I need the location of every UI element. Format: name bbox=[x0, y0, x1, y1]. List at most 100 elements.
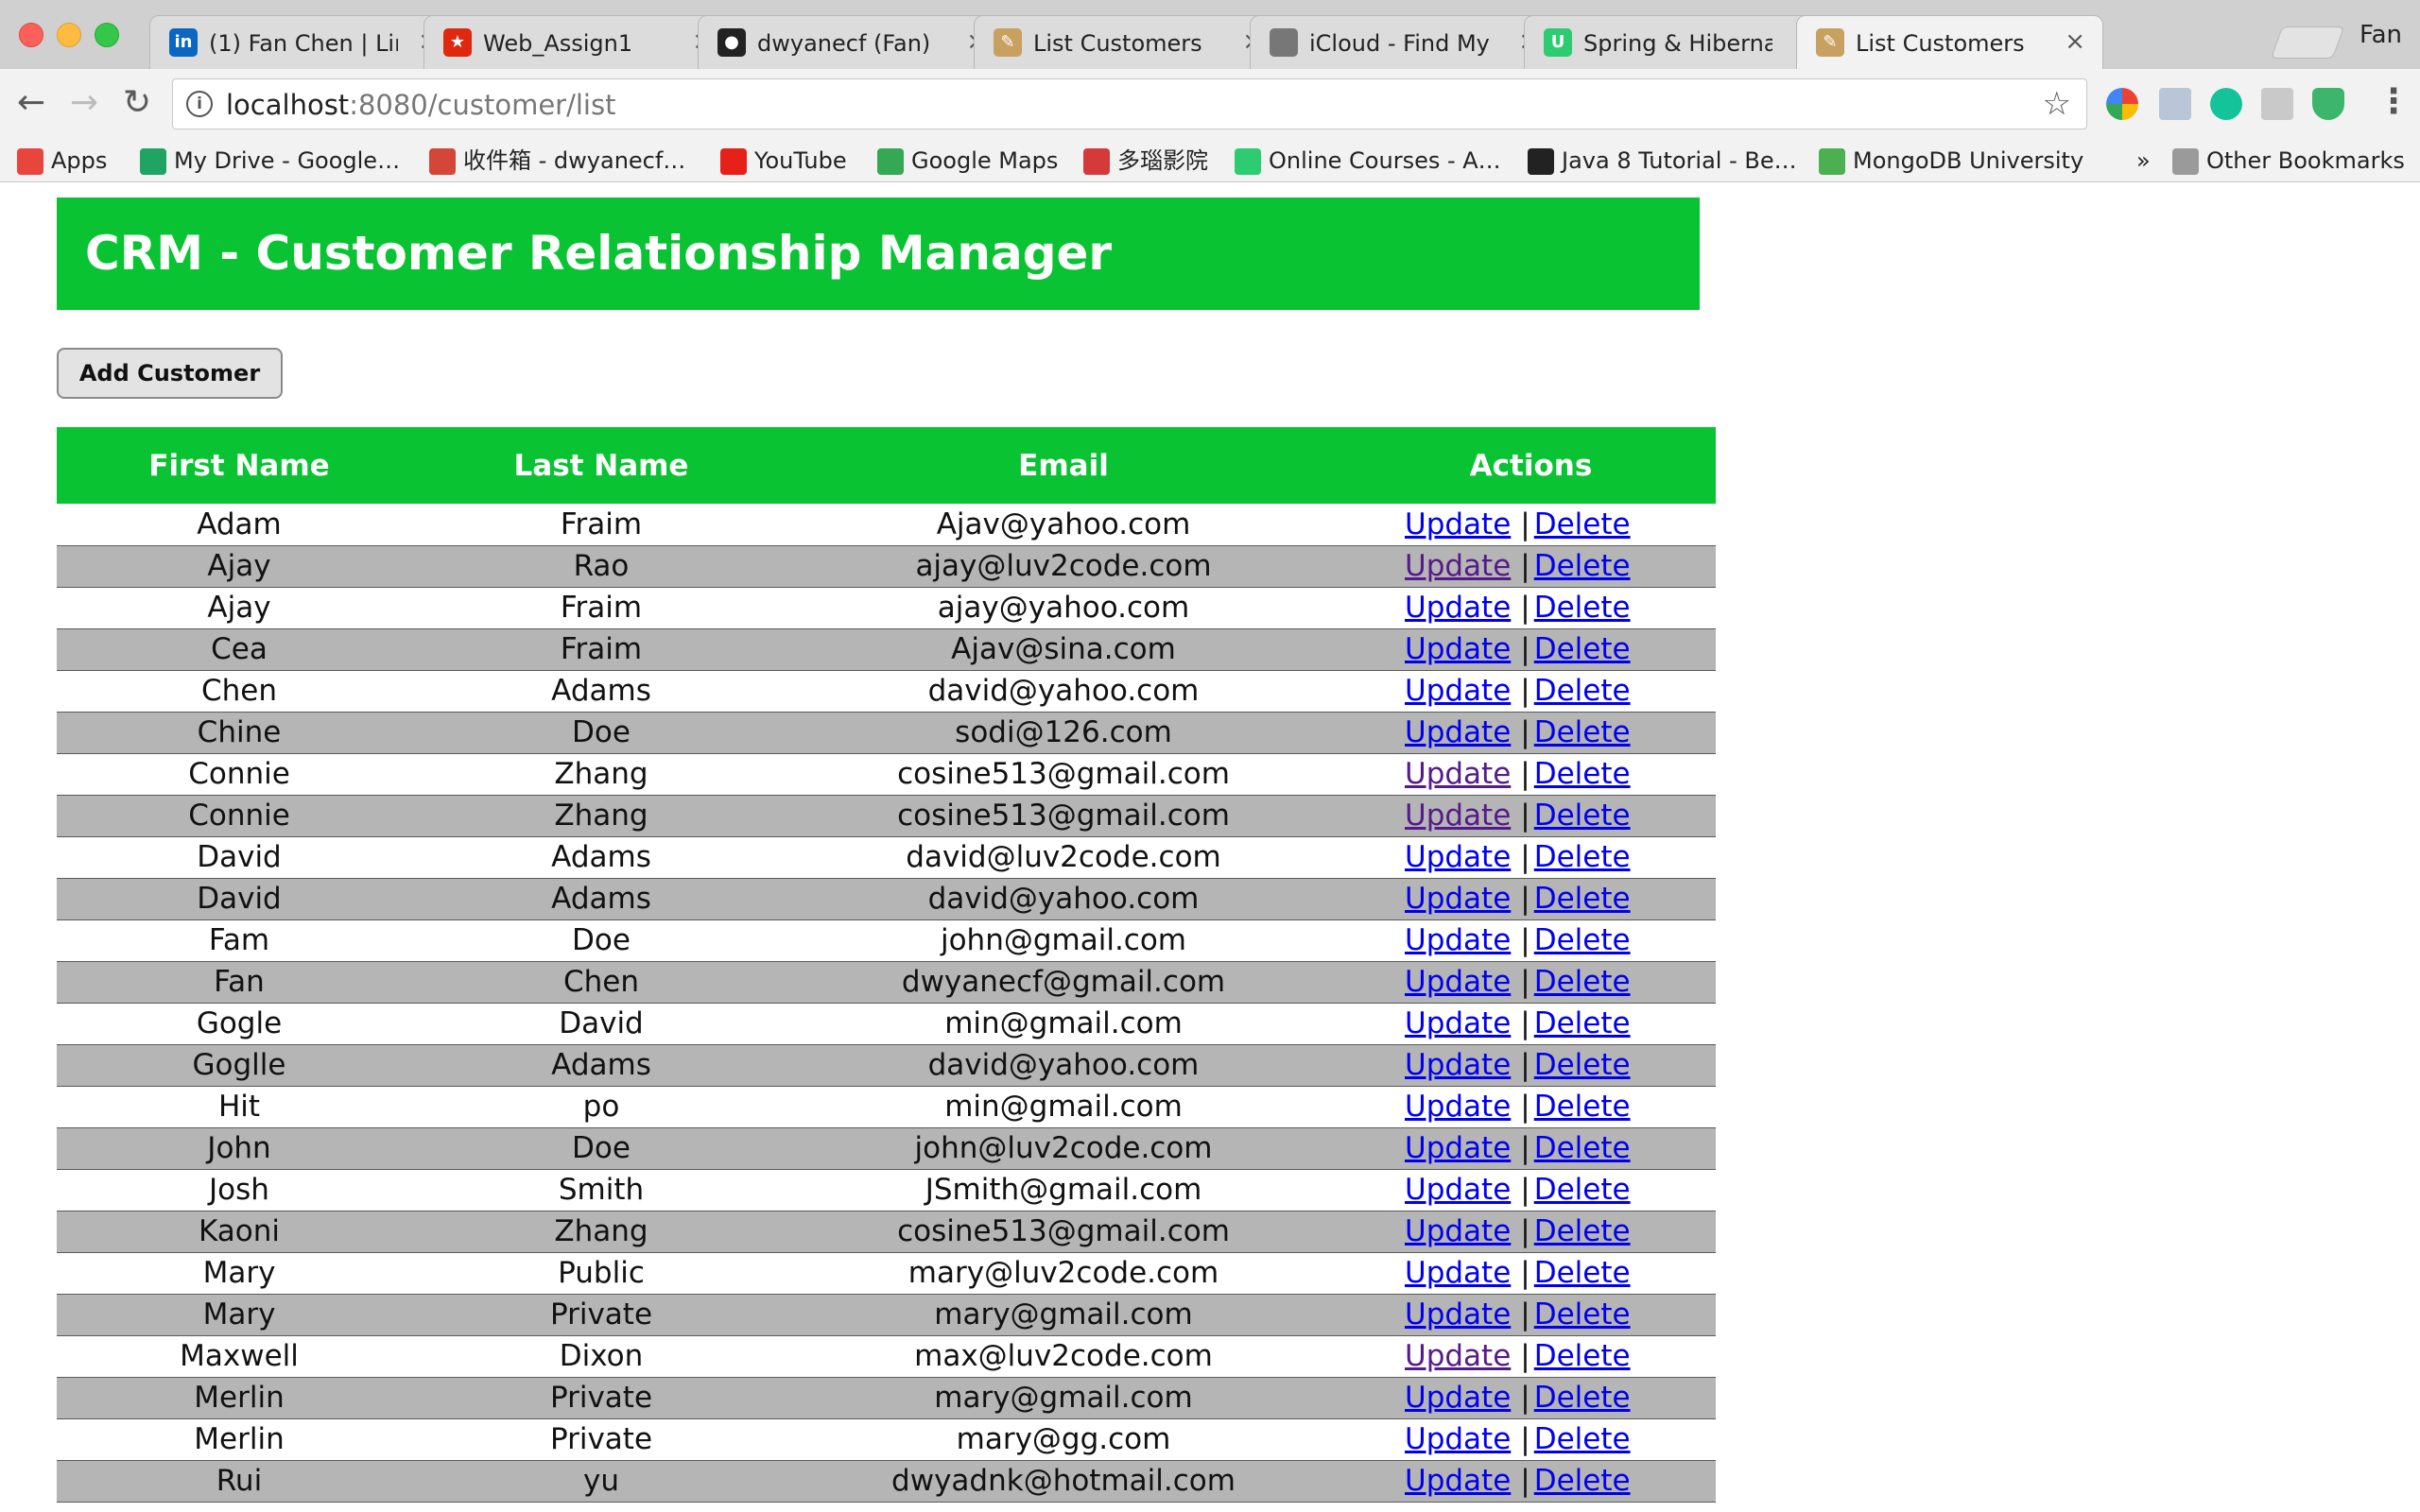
first-name-cell: Fan bbox=[214, 965, 265, 999]
browser-tab[interactable]: in(1) Fan Chen | Link× bbox=[149, 15, 457, 69]
maximize-window-button[interactable] bbox=[95, 23, 119, 47]
update-link[interactable]: Update bbox=[1405, 1048, 1511, 1082]
bookmark-label: My Drive - Google… bbox=[174, 147, 401, 174]
google-drive-extension-icon[interactable] bbox=[2261, 88, 2293, 120]
update-link[interactable]: Update bbox=[1405, 1173, 1511, 1207]
profile-name[interactable]: Fan bbox=[2360, 21, 2402, 49]
update-link[interactable]: Update bbox=[1405, 1006, 1511, 1040]
update-link[interactable]: Update bbox=[1405, 1339, 1511, 1373]
update-link[interactable]: Update bbox=[1405, 1297, 1511, 1332]
other-bookmarks-folder[interactable]: Other Bookmarks bbox=[2172, 144, 2405, 178]
delete-link[interactable]: Delete bbox=[1534, 1131, 1631, 1165]
bookmarks-overflow-button[interactable]: » bbox=[2136, 144, 2151, 178]
delete-link[interactable]: Delete bbox=[1534, 757, 1631, 791]
delete-link[interactable]: Delete bbox=[1534, 549, 1631, 583]
minimize-window-button[interactable] bbox=[57, 23, 81, 47]
browser-tab[interactable]: ★Web_Assign1× bbox=[424, 15, 731, 69]
url-path: :8080/customer/list bbox=[349, 89, 616, 121]
google-maps-icon bbox=[877, 148, 904, 175]
update-link[interactable]: Update bbox=[1405, 840, 1511, 874]
update-link[interactable]: Update bbox=[1405, 799, 1511, 833]
bookmark-item[interactable]: YouTube bbox=[720, 144, 847, 178]
bookmark-item[interactable]: MongoDB University bbox=[1819, 144, 2083, 178]
address-bar[interactable]: i localhost:8080/customer/list ☆ bbox=[172, 78, 2087, 129]
delete-link[interactable]: Delete bbox=[1534, 1381, 1631, 1415]
bookmark-item[interactable]: My Drive - Google… bbox=[140, 144, 400, 178]
delete-link[interactable]: Delete bbox=[1534, 882, 1631, 916]
action-separator: | bbox=[1520, 1214, 1530, 1248]
update-link[interactable]: Update bbox=[1405, 632, 1511, 666]
extension-color-icon[interactable] bbox=[2106, 88, 2138, 120]
update-link[interactable]: Update bbox=[1405, 1131, 1511, 1165]
forward-arrow-icon[interactable]: → bbox=[70, 84, 98, 122]
action-separator: | bbox=[1520, 1464, 1530, 1498]
delete-link[interactable]: Delete bbox=[1534, 1464, 1631, 1498]
delete-link[interactable]: Delete bbox=[1534, 1090, 1631, 1124]
delete-link[interactable]: Delete bbox=[1534, 1297, 1631, 1332]
delete-link[interactable]: Delete bbox=[1534, 923, 1631, 957]
table-header-row: First Name Last Name Email Actions bbox=[57, 427, 1716, 504]
browser-tab[interactable]: ✎List Customers× bbox=[1796, 15, 2103, 70]
actions-cell: Update | Delete bbox=[1346, 919, 1716, 961]
action-separator: | bbox=[1520, 1381, 1530, 1415]
update-link[interactable]: Update bbox=[1405, 549, 1511, 583]
table-row: Rui yu dwyadnk@hotmail.com Update | Delete bbox=[57, 1460, 1716, 1502]
delete-link[interactable]: Delete bbox=[1534, 1339, 1631, 1373]
delete-link[interactable]: Delete bbox=[1534, 1422, 1631, 1456]
update-link[interactable]: Update bbox=[1405, 757, 1511, 791]
browser-tab[interactable]: USpring & Hibernate× bbox=[1524, 15, 1831, 69]
update-link[interactable]: Update bbox=[1405, 1381, 1511, 1415]
bookmark-star-icon[interactable]: ☆ bbox=[2043, 85, 2071, 123]
duonao-icon bbox=[1083, 148, 1110, 175]
info-icon[interactable]: i bbox=[186, 91, 213, 117]
bookmark-item[interactable]: 收件箱 - dwyanecf… bbox=[429, 144, 685, 178]
new-tab-button[interactable] bbox=[2270, 26, 2345, 59]
delete-link[interactable]: Delete bbox=[1534, 674, 1631, 708]
delete-link[interactable]: Delete bbox=[1534, 715, 1631, 749]
update-link[interactable]: Update bbox=[1405, 715, 1511, 749]
grammarly-icon[interactable] bbox=[2210, 88, 2242, 120]
delete-link[interactable]: Delete bbox=[1534, 1173, 1631, 1207]
delete-link[interactable]: Delete bbox=[1534, 1048, 1631, 1082]
delete-link[interactable]: Delete bbox=[1534, 965, 1631, 999]
add-customer-button[interactable]: Add Customer bbox=[57, 348, 283, 399]
browser-tab[interactable]: ✎List Customers× bbox=[974, 15, 1281, 69]
browser-tab[interactable]: ●dwyanecf (Fan)× bbox=[698, 15, 1005, 69]
delete-link[interactable]: Delete bbox=[1534, 1256, 1631, 1290]
delete-link[interactable]: Delete bbox=[1534, 1214, 1631, 1248]
dropbox-icon[interactable] bbox=[2159, 88, 2191, 120]
update-link[interactable]: Update bbox=[1405, 923, 1511, 957]
update-link[interactable]: Update bbox=[1405, 1256, 1511, 1290]
delete-link[interactable]: Delete bbox=[1534, 799, 1631, 833]
shield-icon[interactable] bbox=[2312, 88, 2344, 120]
actions-cell: Update | Delete bbox=[1346, 1086, 1716, 1127]
delete-link[interactable]: Delete bbox=[1534, 1006, 1631, 1040]
update-link[interactable]: Update bbox=[1405, 591, 1511, 625]
bookmark-item[interactable]: Apps bbox=[17, 144, 107, 178]
update-link[interactable]: Update bbox=[1405, 882, 1511, 916]
update-link[interactable]: Update bbox=[1405, 1214, 1511, 1248]
delete-link[interactable]: Delete bbox=[1534, 507, 1631, 541]
menu-dots-icon[interactable]: ⋮ bbox=[2377, 82, 2411, 121]
back-arrow-icon[interactable]: ← bbox=[17, 84, 45, 122]
delete-link[interactable]: Delete bbox=[1534, 840, 1631, 874]
tab-close-icon[interactable]: × bbox=[2065, 27, 2085, 56]
update-link[interactable]: Update bbox=[1405, 1422, 1511, 1456]
table-row: Chine Doe sodi@126.com Update | Delete bbox=[57, 712, 1716, 753]
update-link[interactable]: Update bbox=[1405, 1464, 1511, 1498]
update-link[interactable]: Update bbox=[1405, 965, 1511, 999]
bookmark-item[interactable]: Google Maps bbox=[877, 144, 1058, 178]
url-text[interactable]: localhost:8080/customer/list bbox=[226, 89, 615, 121]
close-window-button[interactable] bbox=[19, 23, 43, 47]
browser-tab[interactable]: iCloud - Find My iP× bbox=[1250, 15, 1557, 69]
update-link[interactable]: Update bbox=[1405, 674, 1511, 708]
delete-link[interactable]: Delete bbox=[1534, 632, 1631, 666]
bookmark-item[interactable]: Online Courses - A… bbox=[1235, 144, 1501, 178]
bookmark-item[interactable]: Java 8 Tutorial - Be… bbox=[1528, 144, 1797, 178]
update-link[interactable]: Update bbox=[1405, 1090, 1511, 1124]
reload-icon[interactable]: ↻ bbox=[123, 84, 151, 122]
action-separator: | bbox=[1520, 923, 1530, 957]
update-link[interactable]: Update bbox=[1405, 507, 1511, 541]
delete-link[interactable]: Delete bbox=[1534, 591, 1631, 625]
bookmark-item[interactable]: 多瑙影院 bbox=[1083, 144, 1208, 178]
